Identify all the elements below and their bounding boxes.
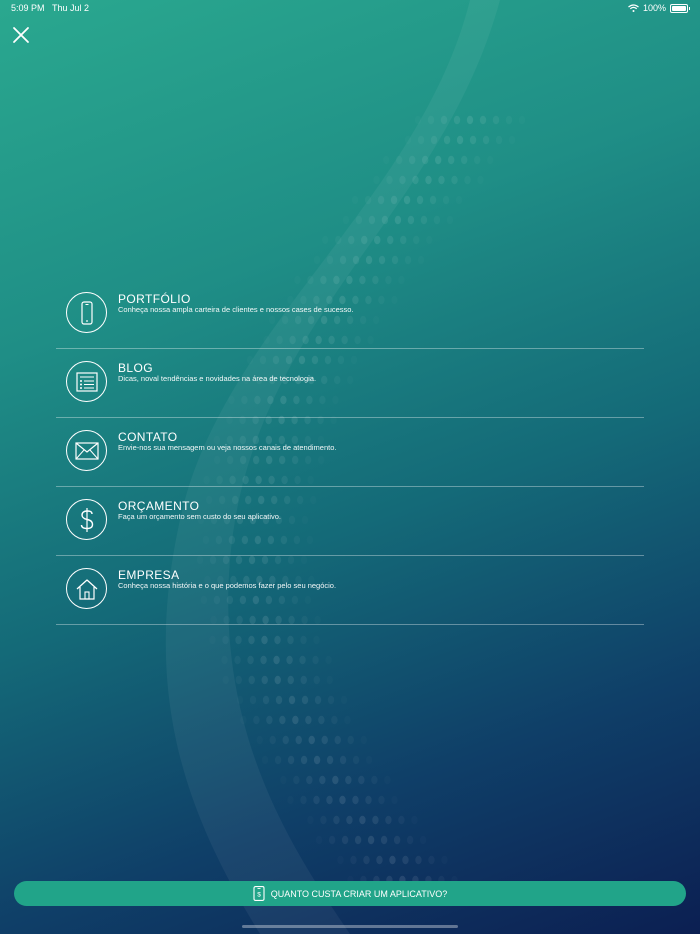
menu-item-description: Dicas, noval tendências e novidades na á… (118, 374, 317, 383)
cta-quote-button[interactable]: $ QUANTO CUSTA CRIAR UM APLICATIVO? (14, 881, 686, 906)
close-icon (13, 27, 29, 43)
battery-percentage: 100% (642, 3, 666, 13)
status-time: 5:09 PM (11, 3, 45, 13)
svg-text:$: $ (257, 892, 261, 899)
menu-item-portfolio[interactable]: PORTFÓLIO Conheça nossa ampla carteira d… (56, 280, 644, 349)
dollar-icon (66, 499, 107, 540)
envelope-icon (66, 430, 107, 471)
battery-icon (670, 3, 690, 13)
menu-item-description: Conheça nossa ampla carteira de clientes… (118, 305, 354, 314)
menu-item-orcamento[interactable]: ORÇAMENTO Faça um orçamento sem custo do… (56, 487, 644, 556)
house-icon (66, 568, 107, 609)
menu-item-description: Envie-nos sua mensagem ou veja nossos ca… (118, 443, 337, 452)
home-indicator (242, 925, 458, 928)
status-bar: 5:09 PM Thu Jul 2 100% (0, 0, 700, 18)
main-menu: PORTFÓLIO Conheça nossa ampla carteira d… (56, 280, 644, 625)
menu-item-title: EMPRESA (118, 568, 180, 582)
list-icon (66, 361, 107, 402)
menu-item-description: Faça um orçamento sem custo do seu aplic… (118, 512, 281, 521)
menu-item-blog[interactable]: BLOG Dicas, noval tendências e novidades… (56, 349, 644, 418)
close-button[interactable] (12, 26, 30, 44)
wifi-icon (628, 4, 639, 12)
menu-item-empresa[interactable]: EMPRESA Conheça nossa história e o que p… (56, 556, 644, 625)
menu-item-contato[interactable]: CONTATO Envie-nos sua mensagem ou veja n… (56, 418, 644, 487)
smartphone-icon (66, 292, 107, 333)
phone-dollar-icon: $ (253, 886, 265, 901)
status-date: Thu Jul 2 (52, 3, 90, 13)
menu-item-title: CONTATO (118, 430, 178, 444)
menu-item-description: Conheça nossa história e o que podemos f… (118, 581, 337, 590)
cta-label: QUANTO CUSTA CRIAR UM APLICATIVO? (270, 888, 448, 899)
menu-item-title: PORTFÓLIO (118, 292, 191, 306)
menu-item-title: ORÇAMENTO (118, 499, 200, 513)
menu-item-title: BLOG (118, 361, 153, 375)
status-indicators: 100% (628, 3, 690, 13)
